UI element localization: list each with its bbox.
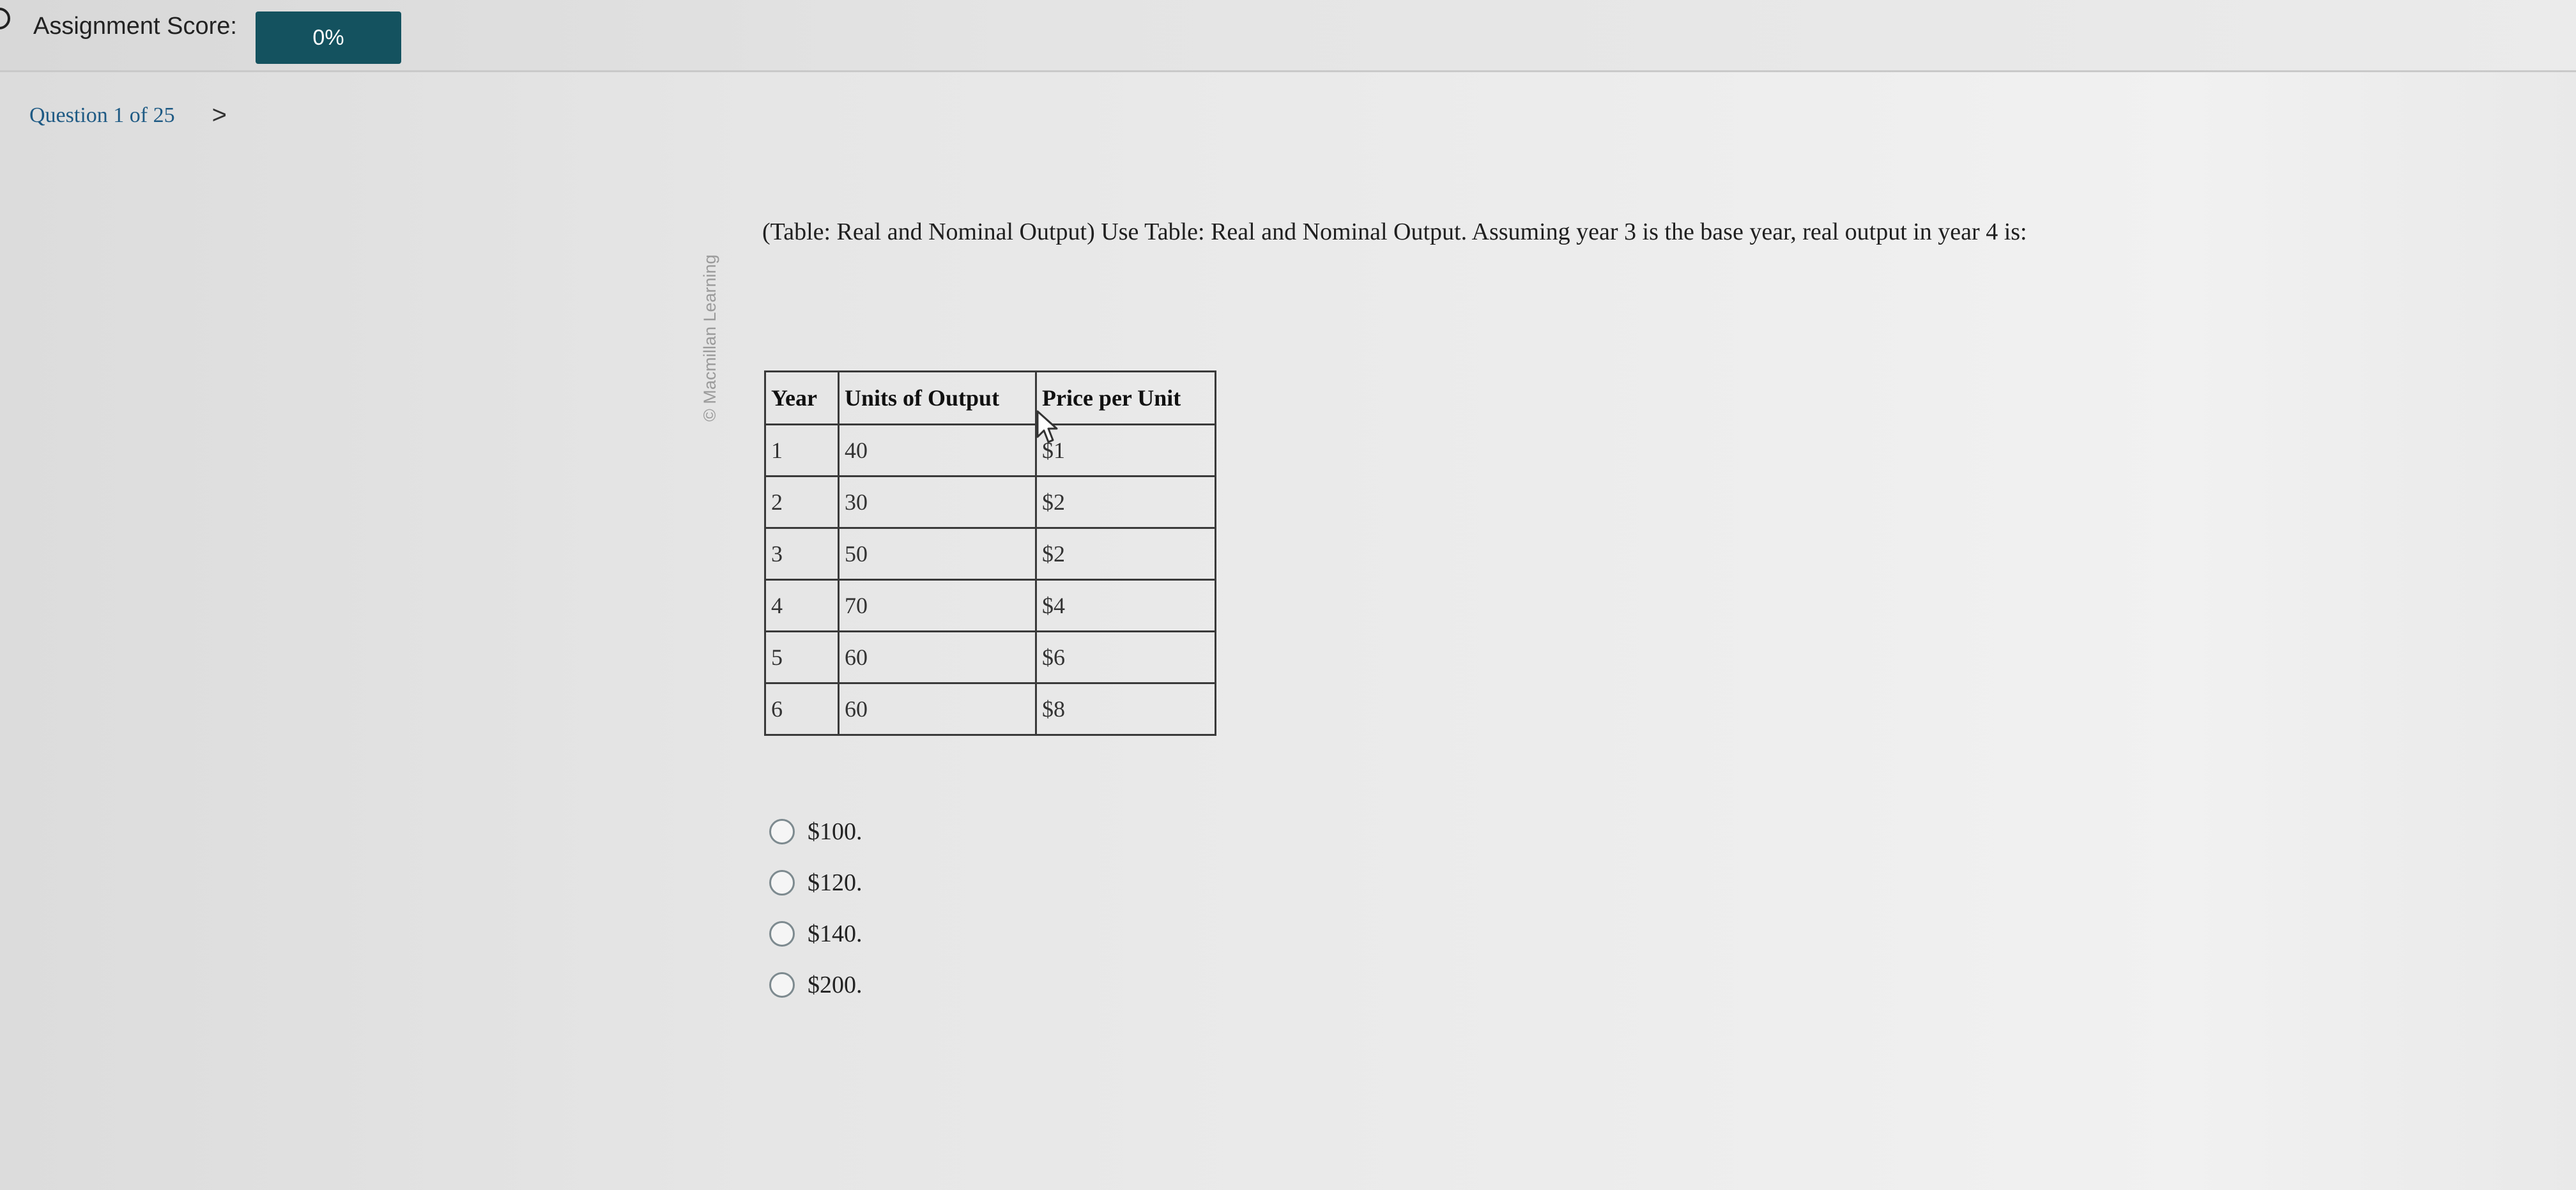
- table-row: 2 30 $2: [764, 475, 1216, 529]
- header-price-per-unit: Price per Unit: [1035, 370, 1216, 425]
- cell-year: 1: [764, 423, 839, 477]
- cell-year: 6: [764, 682, 839, 736]
- cell-units: 30: [838, 475, 1037, 529]
- choice-option[interactable]: $200.: [769, 959, 862, 1011]
- cell-price: $2: [1035, 527, 1216, 581]
- menu-circle-icon[interactable]: [0, 8, 10, 29]
- cell-year: 4: [764, 579, 839, 632]
- mouse-cursor-icon: [1036, 410, 1058, 443]
- table-header-row: Year Units of Output Price per Unit: [764, 370, 1216, 425]
- table-row: 1 40 $1: [764, 423, 1216, 477]
- choice-label[interactable]: $120.: [808, 869, 862, 897]
- choice-option[interactable]: $120.: [769, 857, 862, 908]
- choice-option[interactable]: $140.: [769, 908, 862, 959]
- macmillan-credit: © Macmillan Learning: [700, 254, 719, 422]
- cell-year: 2: [764, 475, 839, 529]
- question-counter[interactable]: Question 1 of 25: [29, 103, 175, 128]
- assignment-header: Assignment Score: 0%: [0, 0, 2576, 72]
- table-row: 5 60 $6: [764, 630, 1216, 684]
- cell-price: $4: [1035, 579, 1216, 632]
- table-row: 4 70 $4: [764, 579, 1216, 632]
- cell-units: 60: [838, 630, 1037, 684]
- cell-units: 50: [838, 527, 1037, 581]
- real-nominal-output-table: Year Units of Output Price per Unit 1 40…: [764, 370, 1216, 736]
- answer-choices: $100. $120. $140. $200.: [769, 806, 862, 1011]
- question-navigator: Question 1 of 25 >: [29, 101, 227, 130]
- radio-button[interactable]: [769, 870, 795, 896]
- header-year: Year: [764, 370, 839, 425]
- cell-price: $2: [1035, 475, 1216, 529]
- assignment-score-label: Assignment Score:: [33, 13, 237, 40]
- choice-label[interactable]: $100.: [808, 818, 862, 846]
- choice-option[interactable]: $100.: [769, 806, 862, 857]
- cell-units: 40: [838, 423, 1037, 477]
- radio-button[interactable]: [769, 819, 795, 844]
- chevron-right-icon[interactable]: >: [212, 101, 227, 130]
- header-units-of-output: Units of Output: [838, 370, 1037, 425]
- cell-year: 5: [764, 630, 839, 684]
- choice-label[interactable]: $140.: [808, 920, 862, 948]
- table-row: 3 50 $2: [764, 527, 1216, 581]
- assignment-score-badge: 0%: [256, 11, 401, 64]
- radio-button[interactable]: [769, 972, 795, 998]
- question-prompt: (Table: Real and Nominal Output) Use Tab…: [762, 218, 2027, 245]
- choice-label[interactable]: $200.: [808, 971, 862, 999]
- cell-price: $6: [1035, 630, 1216, 684]
- cell-units: 70: [838, 579, 1037, 632]
- cell-price: $1: [1035, 423, 1216, 477]
- table-row: 6 60 $8: [764, 682, 1216, 736]
- radio-button[interactable]: [769, 921, 795, 947]
- cell-price: $8: [1035, 682, 1216, 736]
- cell-year: 3: [764, 527, 839, 581]
- cell-units: 60: [838, 682, 1037, 736]
